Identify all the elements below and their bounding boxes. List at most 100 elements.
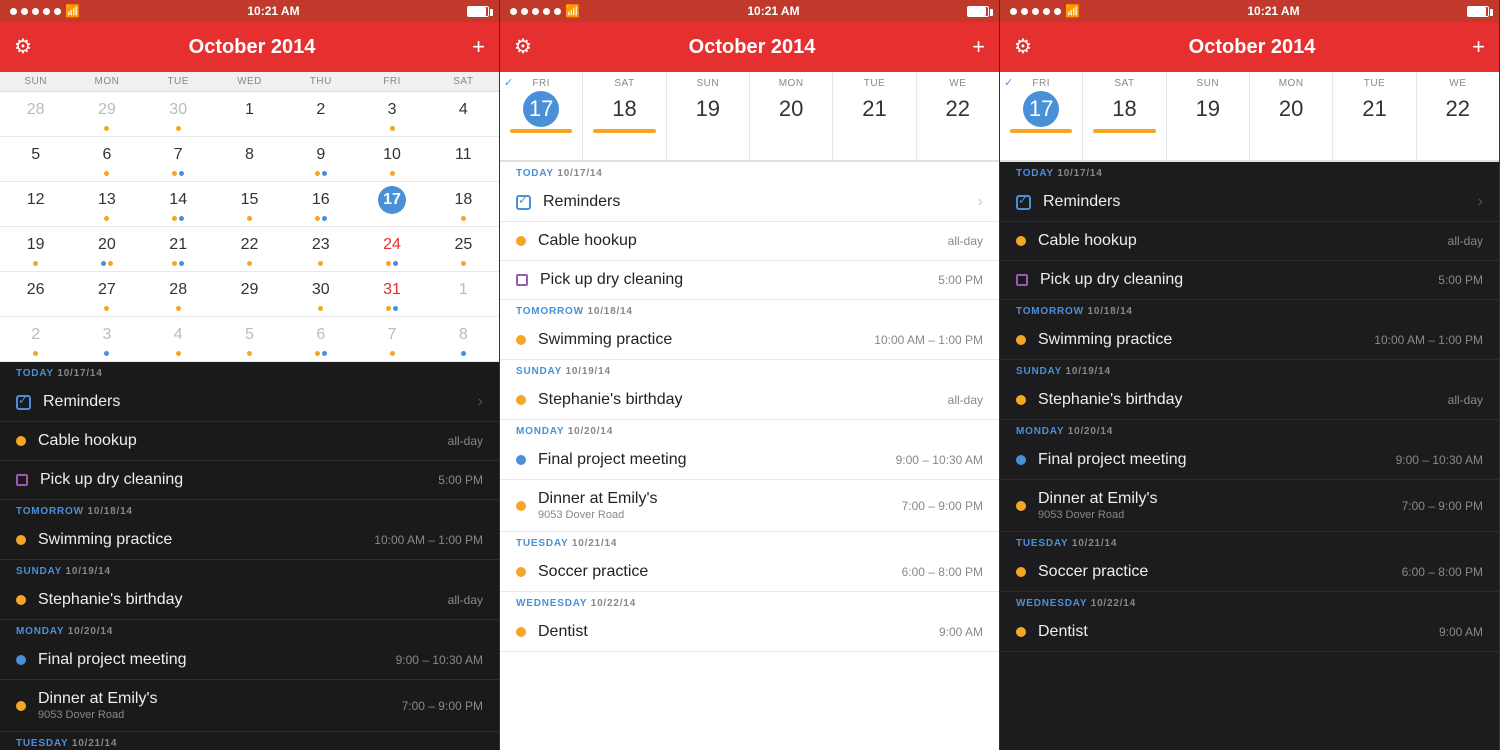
agenda-event-item[interactable]: Final project meeting9:00 – 10:30 AM [500, 441, 999, 480]
week-day-column[interactable]: ✓FRI17 [500, 72, 583, 160]
week-day-column[interactable]: TUE21 [1333, 72, 1416, 160]
calendar-cell[interactable]: 18 [428, 182, 499, 226]
signal-dot-2-4 [543, 8, 550, 15]
calendar-cell[interactable]: 31 [356, 272, 427, 316]
agenda-event-item[interactable]: Soccer practice6:00 – 8:00 PM [1000, 553, 1499, 592]
agenda-event-item[interactable]: Soccer practice6:00 – 8:00 PM [500, 553, 999, 592]
event-square-icon [1016, 274, 1028, 286]
calendar-cell[interactable]: 13 [71, 182, 142, 226]
agenda-event-item[interactable]: Stephanie's birthdayall-day [0, 581, 499, 620]
week-day-column[interactable]: TUE21 [833, 72, 916, 160]
gear-button-1[interactable]: ⚙ [14, 37, 32, 57]
gear-button-3[interactable]: ⚙ [1014, 37, 1032, 57]
week-day-column[interactable]: ✓FRI17 [1000, 72, 1083, 160]
agenda-event-item[interactable]: Final project meeting9:00 – 10:30 AM [0, 641, 499, 680]
reminders-item[interactable]: Reminders› [1000, 183, 1499, 222]
calendar-cell[interactable]: 19 [0, 227, 71, 271]
agenda-event-item[interactable]: Dinner at Emily's9053 Dover Road7:00 – 9… [1000, 480, 1499, 532]
calendar-cell[interactable]: 28 [0, 92, 71, 136]
calendar-cell[interactable]: 16 [285, 182, 356, 226]
agenda-event-item[interactable]: Final project meeting9:00 – 10:30 AM [1000, 441, 1499, 480]
agenda-event-item[interactable]: Cable hookupall-day [0, 422, 499, 461]
calendar-cell[interactable]: 3 [356, 92, 427, 136]
calendar-cell[interactable]: 24 [356, 227, 427, 271]
calendar-cell[interactable]: 6 [71, 137, 142, 181]
section-day-label: TODAY [516, 168, 554, 179]
calendar-cell[interactable]: 17 [356, 182, 427, 226]
calendar-cell[interactable]: 23 [285, 227, 356, 271]
calendar-cell[interactable]: 21 [143, 227, 214, 271]
week-day-column[interactable]: SAT18 [1083, 72, 1166, 160]
agenda-event-item[interactable]: Pick up dry cleaning5:00 PM [500, 261, 999, 300]
agenda-event-item[interactable]: Dentist9:00 AM [500, 613, 999, 652]
week-day-label: WE [949, 78, 966, 89]
agenda-event-item[interactable]: Pick up dry cleaning5:00 PM [0, 461, 499, 500]
event-dot [179, 261, 184, 266]
agenda-section-header: MONDAY 10/20/14 [1000, 420, 1499, 441]
calendar-cell[interactable]: 29 [71, 92, 142, 136]
event-dot [318, 261, 323, 266]
agenda-event-item[interactable]: Stephanie's birthdayall-day [1000, 381, 1499, 420]
add-button-1[interactable]: + [472, 36, 485, 58]
calendar-cell[interactable]: 15 [214, 182, 285, 226]
calendar-cell[interactable]: 14 [143, 182, 214, 226]
week-day-column[interactable]: SUN19 [1167, 72, 1250, 160]
week-day-column[interactable]: MON20 [1250, 72, 1333, 160]
calendar-cell[interactable]: 29 [214, 272, 285, 316]
agenda-event-item[interactable]: Swimming practice10:00 AM – 1:00 PM [0, 521, 499, 560]
calendar-cell[interactable]: 27 [71, 272, 142, 316]
calendar-cell[interactable]: 12 [0, 182, 71, 226]
agenda-section-header: WEDNESDAY 10/22/14 [500, 592, 999, 613]
calendar-cell[interactable]: 10 [356, 137, 427, 181]
week-day-column[interactable]: SAT18 [583, 72, 666, 160]
add-button-3[interactable]: + [1472, 36, 1485, 58]
calendar-day-number: 7 [164, 141, 192, 169]
week-day-column[interactable]: WE22 [1417, 72, 1499, 160]
agenda-event-item[interactable]: Dinner at Emily's9053 Dover Road7:00 – 9… [500, 480, 999, 532]
calendar-day-number: 14 [164, 186, 192, 214]
add-button-2[interactable]: + [972, 36, 985, 58]
agenda-event-item[interactable]: Swimming practice10:00 AM – 1:00 PM [1000, 321, 1499, 360]
agenda-event-item[interactable]: Swimming practice10:00 AM – 1:00 PM [500, 321, 999, 360]
calendar-day-number: 30 [164, 96, 192, 124]
agenda-event-item[interactable]: Pick up dry cleaning5:00 PM [1000, 261, 1499, 300]
calendar-cell[interactable]: 25 [428, 227, 499, 271]
calendar-day-number: 4 [449, 96, 477, 124]
calendar-cell[interactable]: 2 [0, 317, 71, 361]
agenda-event-item[interactable]: Stephanie's birthdayall-day [500, 381, 999, 420]
calendar-cell[interactable]: 28 [143, 272, 214, 316]
calendar-cell[interactable]: 7 [143, 137, 214, 181]
calendar-cell[interactable]: 8 [214, 137, 285, 181]
calendar-cell[interactable]: 4 [143, 317, 214, 361]
week-day-column[interactable]: SUN19 [667, 72, 750, 160]
event-time-label: 6:00 – 8:00 PM [1402, 565, 1483, 579]
calendar-cell[interactable]: 4 [428, 92, 499, 136]
calendar-cell[interactable]: 9 [285, 137, 356, 181]
agenda-event-item[interactable]: Cable hookupall-day [500, 222, 999, 261]
calendar-cell[interactable]: 3 [71, 317, 142, 361]
calendar-cell[interactable]: 5 [214, 317, 285, 361]
reminders-item[interactable]: Reminders› [0, 383, 499, 422]
calendar-cell[interactable]: 20 [71, 227, 142, 271]
calendar-cell[interactable]: 7 [356, 317, 427, 361]
week-day-column[interactable]: MON20 [750, 72, 833, 160]
calendar-cell[interactable]: 1 [214, 92, 285, 136]
calendar-cell[interactable]: 1 [428, 272, 499, 316]
calendar-cell[interactable]: 2 [285, 92, 356, 136]
week-day-column[interactable]: WE22 [917, 72, 999, 160]
calendar-cell[interactable]: 22 [214, 227, 285, 271]
calendar-cell[interactable]: 5 [0, 137, 71, 181]
event-title-text: Cable hookup [538, 232, 948, 250]
agenda-event-item[interactable]: Cable hookupall-day [1000, 222, 1499, 261]
calendar-cell[interactable]: 30 [143, 92, 214, 136]
calendar-cell[interactable]: 30 [285, 272, 356, 316]
calendar-cell[interactable]: 11 [428, 137, 499, 181]
reminders-item[interactable]: Reminders› [500, 183, 999, 222]
gear-button-2[interactable]: ⚙ [514, 37, 532, 57]
calendar-cell[interactable]: 26 [0, 272, 71, 316]
calendar-grid-1: SUN MON TUE WED THU FRI SAT 282930123456… [0, 72, 499, 362]
agenda-event-item[interactable]: Dentist9:00 AM [1000, 613, 1499, 652]
calendar-cell[interactable]: 6 [285, 317, 356, 361]
agenda-event-item[interactable]: Dinner at Emily's9053 Dover Road7:00 – 9… [0, 680, 499, 732]
calendar-cell[interactable]: 8 [428, 317, 499, 361]
